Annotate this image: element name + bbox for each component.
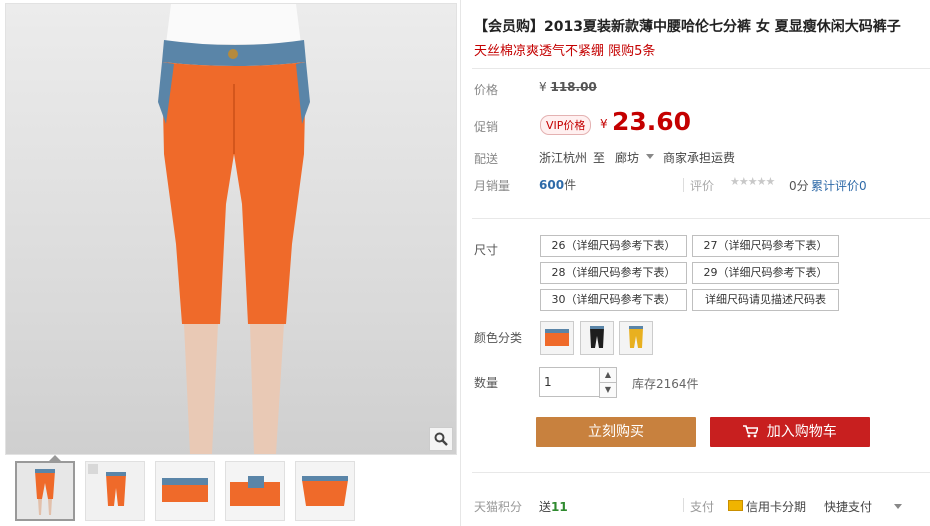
vip-price-badge: VIP价格 bbox=[540, 115, 592, 135]
divider bbox=[472, 218, 930, 219]
shipping-label: 配送 bbox=[474, 152, 499, 166]
payment-label: 支付 bbox=[690, 500, 715, 514]
divider bbox=[472, 472, 930, 473]
size-option-26[interactable]: 26（详细尺码参考下表） bbox=[540, 235, 687, 257]
price-value: 118.00 bbox=[550, 80, 597, 94]
add-to-cart-label: 加入购物车 bbox=[766, 424, 837, 440]
sales-label: 月销量 bbox=[474, 179, 511, 193]
divider bbox=[683, 178, 684, 192]
price-label: 价格 bbox=[474, 83, 499, 97]
search-zoom-icon[interactable] bbox=[429, 427, 453, 451]
credit-installment-link[interactable]: 信用卡分期 bbox=[746, 498, 806, 515]
sales-unit: 件 bbox=[564, 178, 577, 192]
product-subtitle: 天丝棉凉爽透气不紧绷 限购5条 bbox=[474, 44, 656, 59]
thumbnail-5[interactable] bbox=[295, 461, 355, 521]
add-to-cart-button[interactable]: 加入购物车 bbox=[710, 417, 870, 447]
color-swatch-orange[interactable] bbox=[540, 321, 574, 355]
ship-destination-select[interactable]: 廊坊 bbox=[615, 149, 639, 166]
rating-score: 0分 bbox=[789, 179, 809, 193]
product-gallery bbox=[5, 3, 457, 526]
thumbnail-4[interactable] bbox=[225, 461, 285, 521]
column-divider bbox=[460, 0, 461, 526]
ship-to-word: 至 bbox=[593, 151, 606, 165]
rating-stars-icon: ★★★★★ bbox=[730, 175, 775, 188]
price-currency: ¥ bbox=[539, 80, 547, 94]
main-product-image[interactable] bbox=[5, 3, 457, 455]
stock-count: 库存2164件 bbox=[632, 377, 699, 391]
product-title: 【会员购】2013夏装新款薄中腰哈伦七分裤 女 夏显瘦休闲大码裤子 bbox=[474, 19, 901, 35]
sales-count: 600件 bbox=[539, 176, 576, 193]
size-option-27[interactable]: 27（详细尺码参考下表） bbox=[692, 235, 839, 257]
buy-now-button[interactable]: 立刻购买 bbox=[536, 417, 696, 447]
divider bbox=[472, 68, 930, 69]
size-option-28[interactable]: 28（详细尺码参考下表） bbox=[540, 262, 687, 284]
review-count-link[interactable]: 累计评价0 bbox=[811, 177, 867, 194]
thumbnail-strip bbox=[15, 461, 355, 521]
quantity-decrease-button[interactable]: ▼ bbox=[599, 382, 617, 398]
model-wearing-pants-image bbox=[158, 4, 310, 454]
quantity-increase-button[interactable]: ▲ bbox=[599, 367, 617, 383]
quantity-label: 数量 bbox=[474, 376, 499, 390]
size-option-30[interactable]: 30（详细尺码参考下表） bbox=[540, 289, 687, 311]
credit-card-icon bbox=[728, 500, 743, 511]
thumbnail-2[interactable] bbox=[85, 461, 145, 521]
quantity-input[interactable]: 1 bbox=[539, 367, 600, 397]
points-number: 11 bbox=[551, 500, 568, 514]
promo-currency: ¥ bbox=[600, 117, 608, 131]
shipping-note: 商家承担运费 bbox=[663, 151, 736, 165]
points-label: 天猫积分 bbox=[474, 500, 523, 514]
color-label: 颜色分类 bbox=[474, 331, 523, 345]
size-option-chart[interactable]: 详细尺码请见描述尺码表 bbox=[692, 289, 839, 311]
points-prefix: 送 bbox=[539, 500, 552, 514]
quick-pay-select[interactable]: 快捷支付 bbox=[824, 498, 872, 515]
size-label: 尺寸 bbox=[474, 243, 499, 257]
original-price: ¥ 118.00 bbox=[539, 80, 597, 94]
cart-icon bbox=[743, 424, 766, 440]
chevron-down-icon[interactable] bbox=[646, 154, 654, 159]
size-option-29[interactable]: 29（详细尺码参考下表） bbox=[692, 262, 839, 284]
thumbnail-3[interactable] bbox=[155, 461, 215, 521]
rating-label: 评价 bbox=[690, 179, 715, 193]
thumbnail-1[interactable] bbox=[15, 461, 75, 521]
divider bbox=[683, 498, 684, 512]
chevron-down-icon[interactable] bbox=[894, 504, 902, 509]
color-swatch-black[interactable] bbox=[580, 321, 614, 355]
ship-from: 浙江杭州 bbox=[539, 151, 588, 165]
color-swatch-yellow[interactable] bbox=[619, 321, 653, 355]
points-value: 送11 bbox=[539, 498, 568, 515]
promo-label: 促销 bbox=[474, 120, 499, 134]
promo-price: 23.60 bbox=[612, 107, 692, 136]
sales-number: 600 bbox=[539, 178, 565, 192]
